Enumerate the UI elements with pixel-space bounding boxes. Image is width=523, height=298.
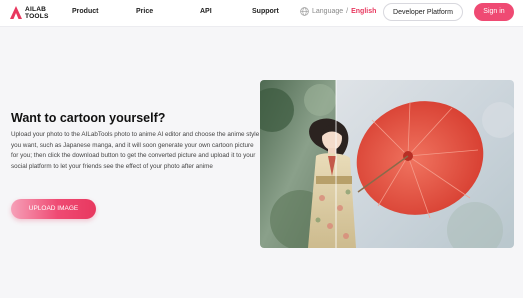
developer-platform-button[interactable]: Developer Platform [383,3,463,21]
nav-link-support[interactable]: Support [252,8,279,15]
sign-in-button[interactable]: Sign in [474,3,514,21]
globe-icon [300,7,309,16]
language-label: Language [312,8,344,15]
hero-headline: Want to cartoon yourself? [11,111,166,125]
ailab-logo[interactable]: AILAB TOOLS [10,5,52,21]
top-navbar: AILAB TOOLS Product Price API Support La… [0,0,523,27]
nav-link-product[interactable]: Product [72,8,98,15]
logo-line-2: TOOLS [25,13,49,20]
hero-description: Upload your photo to the AILabTools phot… [11,131,260,170]
language-current[interactable]: English [351,8,376,15]
logo-text: AILAB TOOLS [25,6,49,20]
language-switcher[interactable]: Language / English [300,7,376,16]
upload-image-button[interactable]: UPLOAD IMAGE [11,199,96,219]
hero-comparison-image [260,80,514,248]
nav-link-api[interactable]: API [200,8,212,15]
logo-line-1: AILAB [25,6,47,13]
language-separator: / [346,8,349,15]
nav-link-price[interactable]: Price [136,8,153,15]
anime-conversion-illustration [260,80,514,248]
logo-triangle-icon [10,6,22,19]
